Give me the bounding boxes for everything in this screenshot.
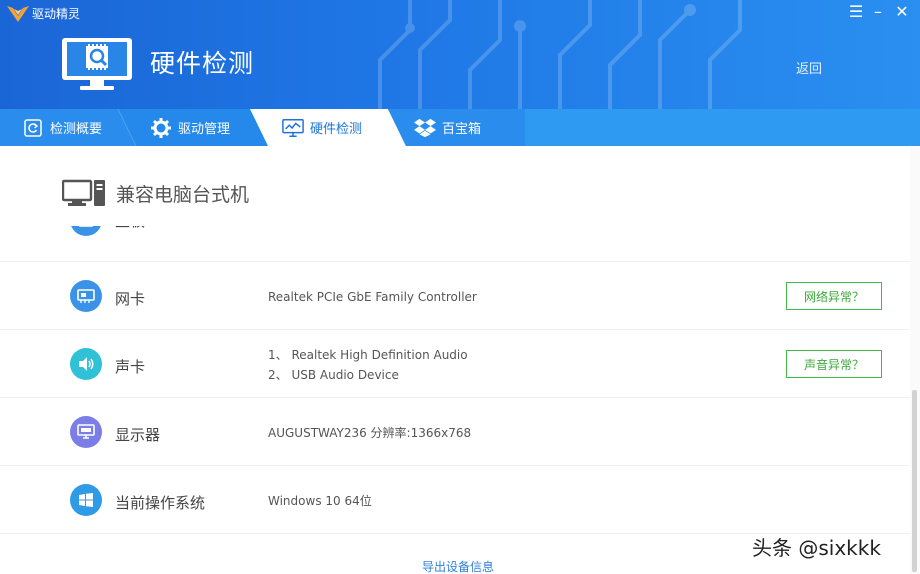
app-name: 驱动精灵 bbox=[32, 7, 81, 21]
device-value: AUGUSTWAY236 分辨率:1366x768 bbox=[268, 423, 471, 443]
device-name: 当前操作系统 bbox=[115, 494, 206, 512]
tab-label: 百宝箱 bbox=[442, 122, 482, 137]
export-device-info-link[interactable]: 导出设备信息 bbox=[422, 558, 494, 574]
list-item-display: 显示器 AUGUSTWAY236 分辨率:1366x768 bbox=[0, 398, 910, 466]
device-name: 显示器 bbox=[115, 426, 161, 444]
watermark-text: 头条 @sixkkk bbox=[752, 536, 881, 560]
device-value-line: AUGUSTWAY236 分辨率:1366x768 bbox=[268, 426, 472, 440]
list-item-sound-card: 声卡 1、 Realtek High Definition Audio 2、 U… bbox=[0, 330, 910, 398]
motherboard-icon bbox=[70, 226, 102, 236]
machine-heading: 兼容电脑台式机 bbox=[62, 179, 249, 207]
tab-label: 检测概要 bbox=[50, 122, 103, 137]
page-title: 硬件检测 bbox=[150, 49, 255, 78]
device-value-line: Realtek PCIe GbE Family Controller bbox=[268, 290, 477, 304]
back-button[interactable]: 返回 bbox=[796, 58, 822, 77]
app-logo-icon bbox=[7, 6, 29, 22]
list-item-network-card: 网卡 Realtek PCIe GbE Family Controller 网络… bbox=[0, 262, 910, 330]
refresh-icon bbox=[22, 117, 44, 139]
device-value-line: 2、 USB Audio Device bbox=[268, 368, 399, 382]
tab-hardware-check[interactable]: 硬件检测 bbox=[260, 109, 362, 146]
scrollbar-thumb[interactable] bbox=[912, 390, 917, 572]
close-icon[interactable]: ✕ bbox=[892, 2, 912, 22]
device-value: 1、 Realtek High Definition Audio 2、 USB … bbox=[268, 345, 468, 385]
device-name: 声卡 bbox=[115, 358, 146, 376]
device-value-line: Windows 10 64位 bbox=[268, 494, 372, 508]
speaker-icon bbox=[70, 348, 102, 380]
tab-driver-manage[interactable]: 驱动管理 bbox=[128, 109, 230, 146]
app-header: 驱动精灵 ☰ – ✕ 硬件检测 返回 bbox=[0, 0, 920, 109]
gear-icon bbox=[150, 117, 172, 139]
circuit-pattern-decoration bbox=[378, 0, 742, 109]
network-issue-button[interactable]: 网络异常？ bbox=[786, 282, 882, 310]
machine-type-label: 兼容电脑台式机 bbox=[116, 183, 250, 206]
menu-icon[interactable]: ☰ bbox=[846, 2, 866, 22]
device-value: Windows 10 64位 bbox=[268, 491, 372, 511]
list-item-motherboard: 主板 bbox=[0, 226, 910, 262]
hardware-monitor-icon bbox=[62, 38, 132, 90]
sound-issue-button[interactable]: 声音异常？ bbox=[786, 350, 882, 378]
tab-bar: 检测概要 驱动管理 硬件检测 百宝箱 bbox=[0, 109, 920, 146]
device-name: 主板 bbox=[115, 226, 145, 231]
list-item-operating-system: 当前操作系统 Windows 10 64位 bbox=[0, 466, 910, 534]
display-icon bbox=[70, 416, 102, 448]
tab-label: 硬件检测 bbox=[310, 122, 363, 137]
dropbox-icon bbox=[414, 117, 436, 139]
tab-toolbox[interactable]: 百宝箱 bbox=[392, 109, 481, 146]
tab-label: 驱动管理 bbox=[178, 122, 231, 137]
device-value: Realtek PCIe GbE Family Controller bbox=[268, 287, 477, 307]
device-name: 网卡 bbox=[115, 290, 146, 308]
network-card-icon bbox=[70, 280, 102, 312]
minimize-icon[interactable]: – bbox=[868, 2, 888, 22]
device-value-line: 1、 Realtek High Definition Audio bbox=[268, 348, 468, 362]
desktop-computer-icon bbox=[62, 179, 105, 206]
hardware-list: 主板 网卡 Realtek PCIe GbE Family Controller… bbox=[0, 226, 910, 551]
windows-icon bbox=[70, 484, 102, 516]
monitor-chart-icon bbox=[282, 117, 304, 139]
tab-overview[interactable]: 检测概要 bbox=[0, 109, 102, 146]
